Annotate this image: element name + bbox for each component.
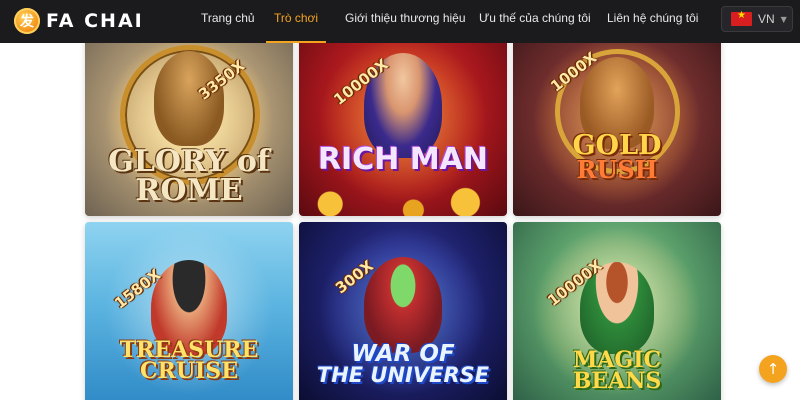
nav-item-contact[interactable]: Liên hệ chúng tôi (607, 0, 698, 43)
game-title: RICH MAN (317, 142, 488, 177)
game-card-gold-rush[interactable]: 1000X GOLD RUSH (513, 33, 721, 216)
arrow-up-icon: ↑ (766, 360, 780, 378)
brand-logo[interactable]: 发 FA CHAI (14, 6, 144, 36)
site-header: 发 FA CHAI Trang chủ Trò chơi Giới thiệu … (0, 0, 800, 43)
vietnam-flag-icon (731, 10, 752, 26)
game-title: GOLD RUSH (513, 132, 721, 184)
gladiator-character-art (154, 51, 224, 146)
nav-item-games[interactable]: Trò chơi (266, 0, 326, 43)
game-card-magic-beans[interactable]: 10000X MAGIC BEANS (513, 222, 721, 400)
game-card-war-of-the-universe[interactable]: 300X WAR OF THE UNIVERSE (299, 222, 507, 400)
active-nav-indicator (266, 41, 326, 43)
game-title: GLORY of ROME (85, 147, 293, 208)
game-card-glory-of-rome[interactable]: 3350X GLORY of ROME (85, 33, 293, 216)
language-selector[interactable]: VN ▼ (721, 6, 793, 32)
game-title-line-2: RUSH (576, 154, 658, 184)
game-card-rich-man[interactable]: 10000X RICH MAN (299, 33, 507, 216)
gold-coins-art (299, 186, 507, 216)
game-card-treasure-cruise[interactable]: 1580X TREASURE CRUISE (85, 222, 293, 400)
nav-item-advantages[interactable]: Ưu thế của chúng tôi (479, 0, 591, 43)
game-title: WAR OF THE UNIVERSE (299, 343, 507, 387)
logo-emblem-icon: 发 (14, 8, 40, 34)
game-title-line-2: ROME (135, 172, 243, 208)
game-title: MAGIC BEANS (513, 349, 721, 394)
nav-item-games-label: Trò chơi (273, 11, 319, 25)
language-code: VN (758, 12, 775, 26)
caret-down-icon: ▼ (780, 14, 787, 24)
nav-item-home[interactable]: Trang chủ (201, 0, 255, 43)
game-title: TREASURE CRUISE (85, 339, 293, 384)
game-title-line-2: BEANS (572, 367, 662, 394)
game-title-line-2: CRUISE (140, 357, 238, 384)
game-title-line-2: THE UNIVERSE (316, 362, 490, 387)
page: 发 FA CHAI Trang chủ Trò chơi Giới thiệu … (0, 0, 800, 400)
scroll-to-top-button[interactable]: ↑ (759, 355, 787, 383)
brand-name: FA CHAI (46, 10, 144, 32)
nav-item-brand-intro[interactable]: Giới thiệu thương hiệu (345, 0, 466, 43)
